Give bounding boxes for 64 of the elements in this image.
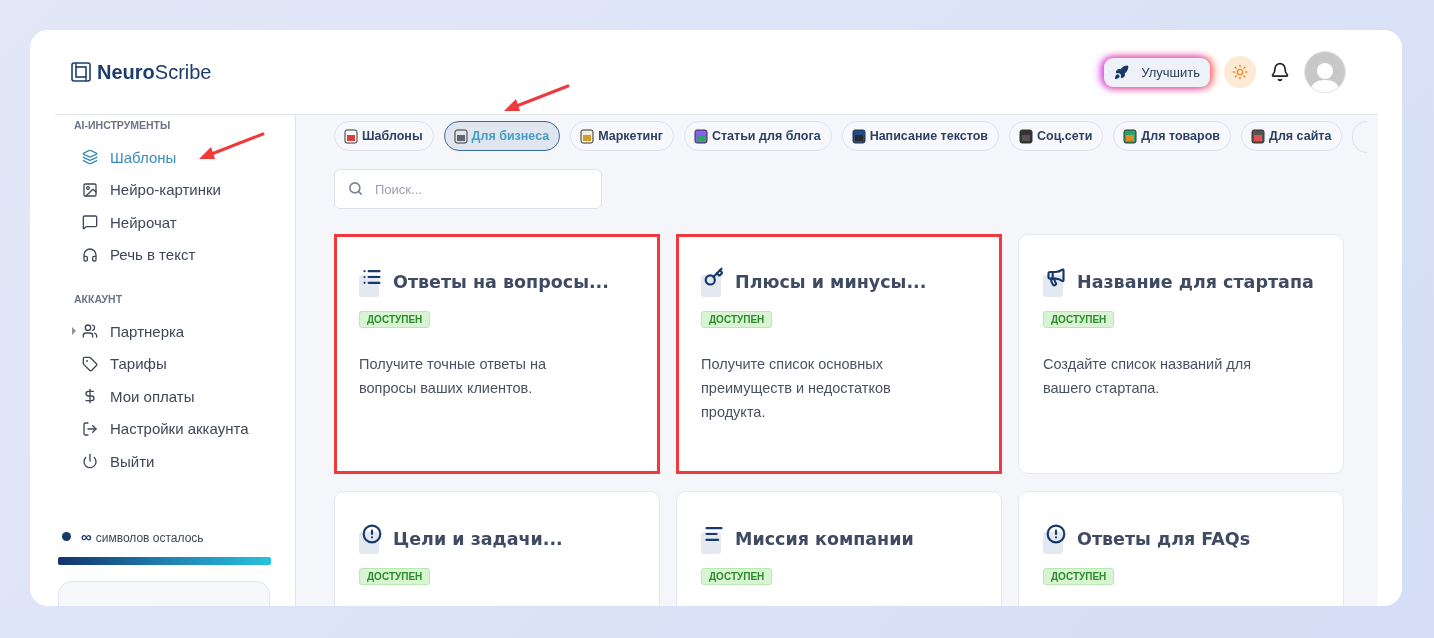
card-title: Ответы для FAQs — [1077, 529, 1251, 549]
status-badge: ДОСТУПЕН — [1043, 568, 1115, 585]
card-title: Ответы на вопросы... — [393, 272, 609, 292]
category-tab[interactable]: Маркетинг — [570, 121, 674, 151]
category-tab[interactable]: Статьи для блога — [683, 121, 832, 151]
category-tab[interactable]: Написание текстов — [841, 121, 999, 151]
category-tab[interactable]: Шаблоны — [334, 121, 434, 151]
status-badge: ДОСТУПЕН — [1043, 311, 1115, 328]
nav-icon — [82, 214, 98, 231]
brand-logo[interactable]: NeuroScribe — [97, 60, 212, 84]
template-card[interactable]: Плюсы и минусы... ДОСТУПЕН Получите список основных преимуществ и недостатков продукта. — [676, 234, 1002, 474]
status-dot — [62, 532, 71, 541]
nav-item[interactable]: Нейро-картинки — [55, 173, 295, 206]
template-card[interactable]: Ответы для FAQs ДОСТУПЕН — [1018, 491, 1344, 606]
search-icon — [348, 181, 363, 196]
section-title: АККАУНТ — [74, 293, 124, 305]
nav-item[interactable]: Выйти — [55, 445, 295, 478]
category-tab[interactable]: Для товаров — [1113, 121, 1231, 151]
nav-icon — [82, 388, 98, 405]
category-tab[interactable]: Соц.сети — [1008, 121, 1104, 151]
category-tab[interactable]: Для сайта — [1241, 121, 1343, 151]
nav-item[interactable]: Мои оплаты — [55, 380, 295, 413]
symbols-remaining: ∞ символов осталось — [81, 528, 204, 545]
card-description: Получите точные ответы на вопросы ваших клиентов. — [359, 355, 548, 398]
rocket-icon — [1114, 64, 1130, 80]
card-title: Миссия компании — [735, 529, 914, 549]
card-title: Название для стартапа — [1077, 272, 1314, 292]
avatar[interactable] — [1304, 51, 1346, 93]
card-description: Получите список основных преимуществ и недостатков продукта. — [701, 355, 892, 422]
nav-item[interactable]: Тарифы — [55, 347, 295, 380]
template-card[interactable]: Цели и задачи... ДОСТУПЕН — [334, 491, 660, 606]
logo-icon — [71, 62, 91, 82]
nav-icon — [82, 246, 98, 263]
theme-toggle-button[interactable] — [1224, 56, 1256, 88]
search-field[interactable]: Поиск... — [334, 169, 602, 209]
bell-icon — [1270, 62, 1290, 82]
sun-icon — [1232, 64, 1248, 80]
nav-item[interactable]: Шаблоны — [55, 141, 295, 174]
card-title: Цели и задачи... — [393, 529, 563, 549]
status-badge: ДОСТУПЕН — [359, 311, 431, 328]
card-title: Плюсы и минусы... — [735, 272, 927, 292]
upgrade-button[interactable]: Улучшить — [1104, 57, 1210, 87]
expand-caret-icon[interactable] — [72, 327, 76, 336]
section-title: AI-ИНСТРУМЕНТЫ — [74, 119, 172, 131]
template-card[interactable]: Миссия компании ДОСТУПЕН — [676, 491, 1002, 606]
promo-button[interactable] — [58, 581, 270, 606]
nav-item[interactable]: Партнерка — [55, 315, 295, 348]
card-description: Создайте список названий для вашего стартапа. — [1043, 355, 1253, 398]
user-silhouette-icon — [1310, 60, 1340, 92]
nav-icon — [82, 149, 98, 166]
template-card[interactable]: Ответы на вопросы... ДОСТУПЕН Получите точные ответы на вопросы ваших клиентов. — [334, 234, 660, 474]
nav-icon — [82, 453, 98, 470]
nav-item[interactable]: Нейрочат — [55, 206, 295, 239]
nav-item[interactable]: Речь в текст — [55, 238, 295, 271]
nav-item[interactable]: Настройки аккаунта — [55, 412, 295, 445]
nav-icon — [82, 420, 98, 437]
nav-icon — [82, 355, 98, 372]
status-badge: ДОСТУПЕН — [359, 568, 431, 585]
nav-icon — [82, 181, 98, 198]
status-badge: ДОСТУПЕН — [701, 311, 773, 328]
status-badge: ДОСТУПЕН — [701, 568, 773, 585]
nav-icon — [82, 323, 98, 340]
template-card[interactable]: Название для стартапа ДОСТУПЕН Создайте список названий для вашего стартапа. — [1018, 234, 1344, 474]
notifications-button[interactable] — [1270, 62, 1290, 82]
